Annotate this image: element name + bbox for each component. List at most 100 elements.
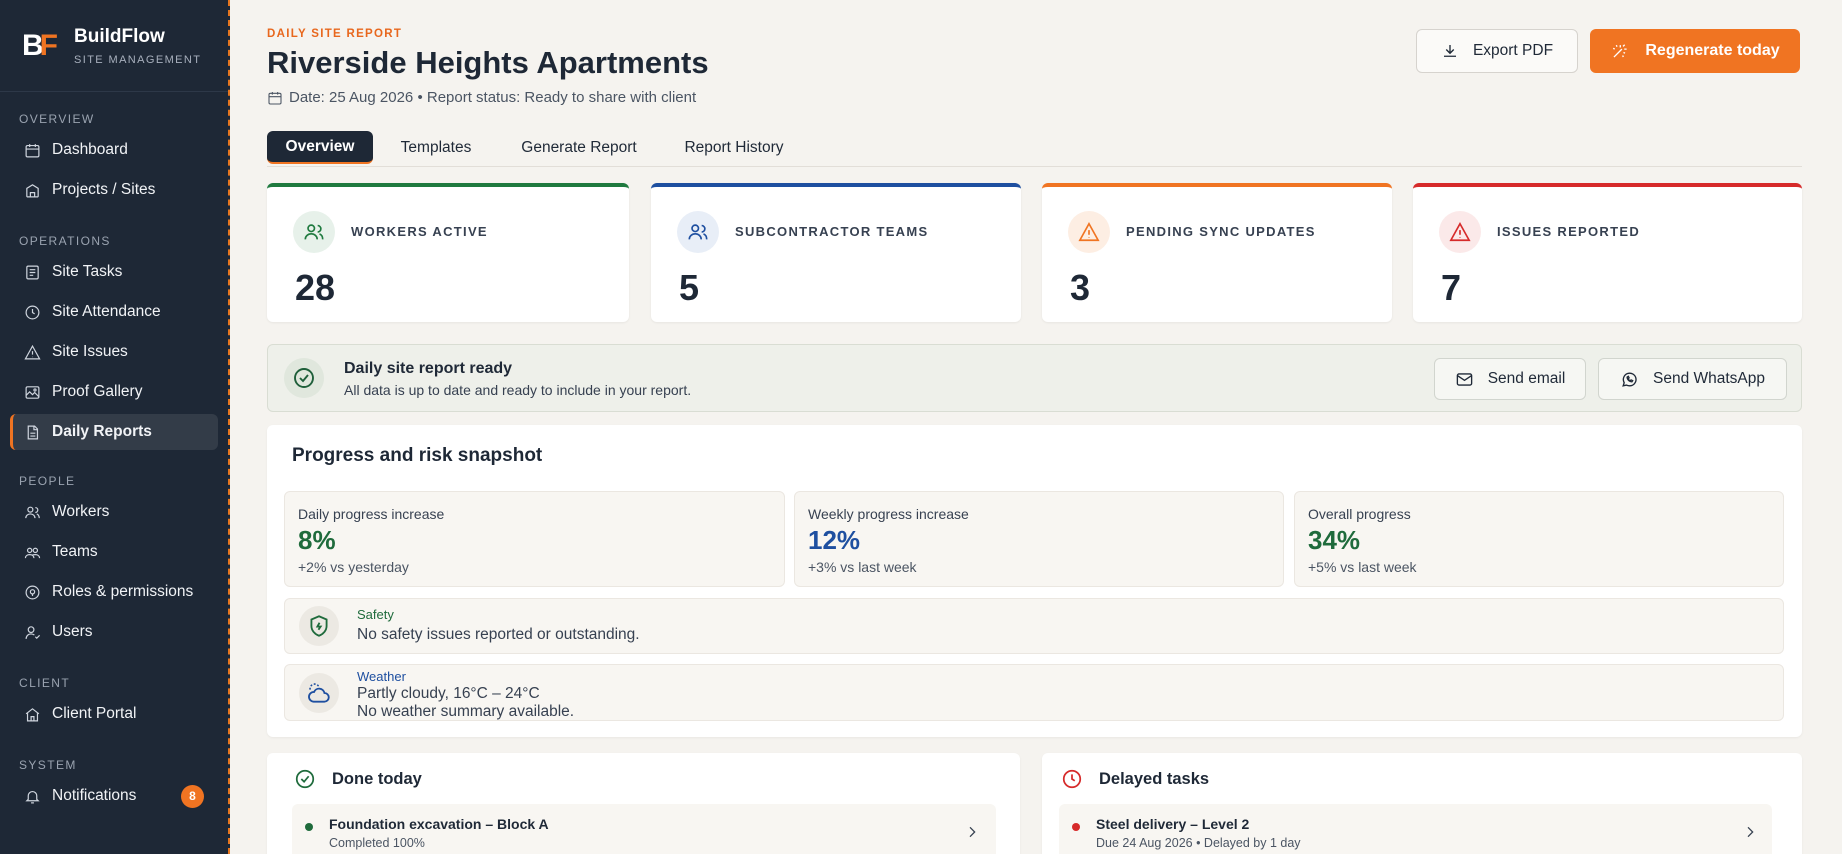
tab-overview[interactable]: Overview [267,131,373,164]
metric-daily-progress: Daily progress increase 8% +2% vs yester… [284,491,785,587]
export-pdf-button[interactable]: Export PDF [1416,29,1578,73]
metric-value: 34% [1308,525,1361,555]
bell-icon [25,790,40,803]
nav-section-client: CLIENT [19,676,71,690]
sidebar-item-daily-reports[interactable]: Daily Reports [10,414,218,450]
weather-row: Weather Partly cloudy, 16°C – 24°C No we… [284,664,1784,721]
nav-section-people: PEOPLE [19,474,76,488]
report-meta: Date: 25 Aug 2026 • Report status: Ready… [267,89,696,106]
safety-icon-wrap [299,606,339,646]
stat-label: WORKERS ACTIVE [351,224,488,239]
list-item[interactable]: Steel delivery – Level 2 Due 24 Aug 2026… [1059,804,1772,854]
sidebar-item-label: Notifications [52,787,137,804]
home-icon [25,707,40,721]
chevron-right-icon [1747,826,1754,838]
task-subtitle: Completed 100% [329,836,425,850]
team-icon [24,547,41,558]
stat-label: PENDING SYNC UPDATES [1126,224,1316,239]
weather-line1: Partly cloudy, 16°C – 24°C [357,685,540,702]
brand-logo: BF [22,28,58,63]
sidebar-item-projects[interactable]: Projects / Sites [10,172,218,208]
tab-generate-report[interactable]: Generate Report [499,131,659,165]
safety-text: No safety issues reported or outstanding… [357,626,640,643]
chevron-right-icon [969,826,976,838]
user-icon [25,625,41,639]
stat-value: 3 [1070,267,1091,308]
report-ready-banner: Daily site report ready All data is up t… [267,344,1802,412]
done-today-header: Done today [294,768,422,790]
sidebar-item-label: Site Attendance [52,303,161,320]
regenerate-today-button[interactable]: Regenerate today [1590,29,1800,73]
shield-check-icon [310,615,328,637]
task-subtitle: Due 24 Aug 2026 • Delayed by 1 day [1096,836,1301,850]
tab-report-history[interactable]: Report History [659,131,809,165]
metric-weekly-progress: Weekly progress increase 12% +3% vs last… [794,491,1284,587]
send-email-label: Send email [1487,370,1566,387]
weather-line2: No weather summary available. [357,703,575,720]
report-tabs: Overview Templates Generate Report Repor… [267,131,1802,167]
stat-icon-wrap [1439,211,1481,253]
progress-risk-title: Progress and risk snapshot [292,445,543,466]
send-email-button[interactable]: Send email [1434,358,1586,400]
cloud-sun-icon [308,683,330,703]
list-icon [26,265,39,279]
sidebar-item-proof-gallery[interactable]: Proof Gallery [10,374,218,410]
mail-icon [1456,372,1473,386]
brand-name: BuildFlow [74,25,165,47]
stat-label: SUBCONTRACTOR TEAMS [735,224,929,239]
tab-templates[interactable]: Templates [373,131,499,165]
sidebar-item-teams[interactable]: Teams [10,534,218,570]
metric-label: Overall progress [1308,506,1411,522]
send-whatsapp-button[interactable]: Send WhatsApp [1598,358,1787,400]
sparkle-icon [1613,43,1627,58]
users-icon [304,224,324,240]
sidebar-item-label: Teams [52,543,98,560]
ready-icon-wrap [284,358,324,398]
metric-value: 8% [298,525,336,555]
warning-icon [1078,222,1100,242]
sidebar-item-label: Roles & permissions [52,583,194,600]
sidebar-item-site-tasks[interactable]: Site Tasks [10,254,218,290]
ready-title: Daily site report ready [344,360,513,377]
weather-label: Weather [357,669,406,684]
page-title: Riverside Heights Apartments [267,45,709,80]
check-circle-icon [294,368,314,388]
stat-label: ISSUES REPORTED [1497,224,1641,239]
task-title: Foundation excavation – Block A [329,816,549,832]
safety-row: Safety No safety issues reported or outs… [284,598,1784,654]
sidebar-item-site-issues[interactable]: Site Issues [10,334,218,370]
sidebar-item-site-attendance[interactable]: Site Attendance [10,294,218,330]
safety-label: Safety [357,607,394,622]
building-icon [26,183,39,197]
warning-icon [24,344,41,359]
metric-delta: +3% vs last week [808,559,917,575]
metric-label: Daily progress increase [298,506,445,522]
nav-section-system: SYSTEM [19,758,77,772]
sidebar-item-client-portal[interactable]: Client Portal [10,696,218,732]
nav-section-overview: OVERVIEW [19,112,95,126]
sidebar-item-workers[interactable]: Workers [10,494,218,530]
sidebar-item-roles-permissions[interactable]: Roles & permissions [10,574,218,610]
shield-icon [25,585,40,599]
weather-icon-wrap [299,673,339,713]
list-item[interactable]: Foundation excavation – Block A Complete… [292,804,996,854]
done-today-title: Done today [332,769,422,788]
sidebar-item-notifications[interactable]: Notifications 8 [10,778,218,814]
export-pdf-label: Export PDF [1472,42,1554,59]
stat-value: 28 [295,267,336,308]
brand[interactable]: BF BuildFlow SITE MANAGEMENT [0,0,228,92]
logo-letter-b: B [22,28,44,62]
stat-icon-wrap [677,211,719,253]
delayed-tasks-title: Delayed tasks [1099,769,1210,788]
metric-overall-progress: Overall progress 34% +5% vs last week [1294,491,1784,587]
stat-card-issues-reported: ISSUES REPORTED 7 [1413,183,1802,322]
calendar-icon [25,143,40,157]
stat-icon-wrap [1068,211,1110,253]
nav-section-operations: OPERATIONS [19,234,111,248]
status-dot [305,823,313,831]
sidebar-item-label: Users [52,623,93,640]
regenerate-today-label: Regenerate today [1645,42,1780,59]
stat-value: 7 [1441,267,1462,308]
sidebar-item-dashboard[interactable]: Dashboard [10,132,218,168]
sidebar-item-users[interactable]: Users [10,614,218,650]
